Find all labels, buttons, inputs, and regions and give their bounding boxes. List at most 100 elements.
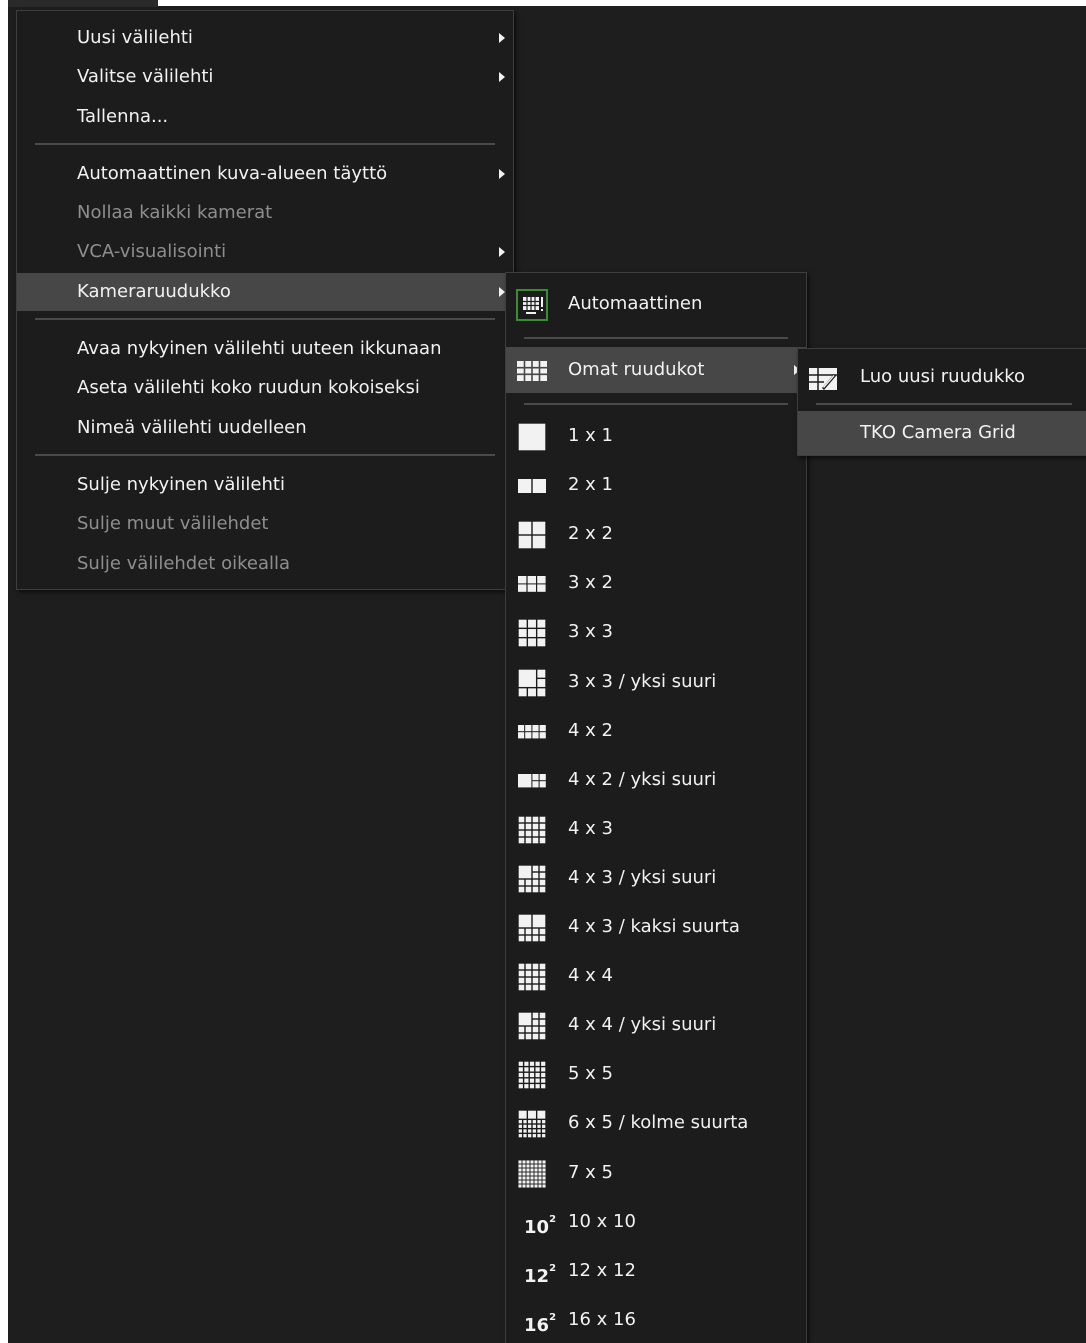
menu-item-close-tab[interactable]: Sulje nykyinen välilehti [17, 466, 513, 504]
layout-10x10-icon: 102 [516, 1207, 556, 1239]
grid-item-layout-4x3-one-large[interactable]: 4 x 3 / yksi suuri [506, 855, 806, 901]
badge-exponent: 2 [549, 1214, 557, 1225]
grid-item-layout-5x5[interactable]: 5 x 5 [506, 1051, 806, 1097]
grid-item-label: 10 x 10 [568, 1211, 636, 1232]
custom-item-new-grid[interactable]: Luo uusi ruudukko [798, 355, 1086, 399]
layout-3x3-one-large-icon [516, 667, 548, 699]
layout-2x1-icon [516, 470, 548, 502]
grid-item-layout-6x5-three-large[interactable]: 6 x 5 / kolme suurta [506, 1100, 806, 1146]
grid-item-label: 2 x 2 [568, 523, 613, 544]
grid-item-layout-4x2[interactable]: 4 x 2 [506, 708, 806, 754]
badge-exponent: 2 [549, 1312, 557, 1323]
custom-grids-submenu: Luo uusi ruudukko TKO Camera Grid [797, 348, 1086, 456]
submenu-arrow-icon [499, 247, 505, 257]
grid-item-layout-3x2[interactable]: 3 x 2 [506, 560, 806, 606]
grid-item-layout-4x4[interactable]: 4 x 4 [506, 953, 806, 999]
grid-item-layout-16x16[interactable]: 162 16 x 16 [506, 1297, 806, 1343]
menu-item-select-tab[interactable]: Valitse välilehti [17, 58, 513, 96]
grid-size-badge: 122 [524, 1262, 556, 1292]
grid-size-badge: 162 [524, 1311, 556, 1341]
layout-6x5-three-large-icon [516, 1108, 548, 1140]
grid-item-label: 4 x 2 [568, 720, 613, 741]
grid-item-label: 4 x 2 / yksi suuri [568, 769, 717, 790]
layout-4x3-two-large-icon [516, 912, 548, 944]
menu-item-close-tabs-right: Sulje välilehdet oikealla [77, 553, 291, 574]
grid-item-layout-3x3-one-large[interactable]: 3 x 3 / yksi suuri [506, 659, 806, 705]
menu-item-close-other-tabs: Sulje muut välilehdet [77, 513, 269, 534]
custom-item-tko-camera-grid[interactable]: TKO Camera Grid [798, 411, 1086, 455]
grid-item-label: 4 x 4 / yksi suuri [568, 1014, 717, 1035]
layout-16x16-icon: 162 [516, 1305, 556, 1337]
grid-item-label: 4 x 3 [568, 818, 613, 839]
badge-base: 12 [524, 1266, 550, 1287]
submenu-arrow-icon [499, 72, 505, 82]
menu-item-reset-cameras: Nollaa kaikki kamerat [77, 202, 273, 223]
custom-item-label: TKO Camera Grid [860, 422, 1016, 443]
layout-3x2-icon [516, 568, 548, 600]
layout-4x2-one-large-icon [516, 765, 548, 797]
grid-item-label: 4 x 4 [568, 965, 613, 986]
layout-4x4-one-large-icon [516, 1010, 548, 1042]
grid-item-label: 3 x 3 / yksi suuri [568, 671, 717, 692]
grid-item-layout-2x1[interactable]: 2 x 1 [506, 462, 806, 508]
grid-item-layout-4x3[interactable]: 4 x 3 [506, 806, 806, 852]
tab-context-menu: Uusi välilehti Valitse välilehti Tallenn… [16, 10, 514, 590]
grid-item-label: 4 x 3 / kaksi suurta [568, 916, 740, 937]
grid-item-layout-4x3-two-large[interactable]: 4 x 3 / kaksi suurta [506, 904, 806, 950]
grid-item-label: 16 x 16 [568, 1309, 636, 1330]
menu-item-camera-grid[interactable]: Kameraruudukko [17, 273, 513, 311]
grid-item-label: 3 x 2 [568, 572, 613, 593]
layout-2x2-icon [516, 519, 548, 551]
grid-item-layout-7x5[interactable]: 7 x 5 [506, 1150, 806, 1196]
grid-item-label: 12 x 12 [568, 1260, 636, 1281]
grid-item-layout-2x2[interactable]: 2 x 2 [506, 511, 806, 557]
grid-item-label: 2 x 1 [568, 474, 613, 495]
badge-exponent: 2 [549, 1263, 557, 1274]
badge-base: 16 [524, 1315, 550, 1336]
layout-4x3-one-large-icon [516, 863, 548, 895]
menu-separator [35, 143, 495, 145]
menu-separator [35, 318, 495, 320]
grid-size-badge: 102 [524, 1213, 556, 1243]
grid-item-layout-4x2-one-large[interactable]: 4 x 2 / yksi suuri [506, 757, 806, 803]
menu-separator [524, 337, 788, 339]
grid-item-label: Automaattinen [568, 293, 703, 314]
auto-grid-icon [516, 289, 548, 321]
new-grid-icon [808, 365, 838, 391]
menu-item-rename-tab[interactable]: Nimeä välilehti uudelleen [17, 409, 513, 447]
menu-separator [35, 454, 495, 456]
custom-grids-icon [516, 355, 548, 387]
grid-item-label: 5 x 5 [568, 1063, 613, 1084]
layout-12x12-icon: 122 [516, 1256, 556, 1288]
grid-item-label: 6 x 5 / kolme suurta [568, 1112, 749, 1133]
menu-item-open-in-new-window[interactable]: Avaa nykyinen välilehti uuteen ikkunaan [17, 330, 513, 368]
menu-item-vca-visualization: VCA-visualisointi [17, 233, 513, 271]
grid-item-label: 3 x 3 [568, 621, 613, 642]
layout-4x2-icon [516, 716, 548, 748]
grid-item-layout-12x12[interactable]: 122 12 x 12 [506, 1248, 806, 1294]
grid-item-label: 1 x 1 [568, 425, 613, 446]
grid-item-layout-10x10[interactable]: 102 10 x 10 [506, 1199, 806, 1245]
menu-item-new-tab[interactable]: Uusi välilehti [17, 19, 513, 57]
grid-item-automatic[interactable]: Automaattinen [506, 281, 806, 327]
menu-separator [524, 403, 788, 405]
layout-4x3-icon [516, 814, 548, 846]
grid-item-label: 7 x 5 [568, 1162, 613, 1183]
layout-4x4-icon [516, 961, 548, 993]
grid-item-label: Omat ruudukot [568, 359, 705, 380]
submenu-arrow-icon [499, 33, 505, 43]
grid-item-layout-1x1[interactable]: 1 x 1 [506, 413, 806, 459]
layout-5x5-icon [516, 1059, 548, 1091]
camera-grid-submenu: Automaattinen Omat ruudukot 1 x 1 2 x 1 2 … [505, 272, 807, 1343]
tab-strip-edge [8, 0, 158, 7]
custom-item-label: Luo uusi ruudukko [860, 366, 1026, 387]
grid-item-layout-4x4-one-large[interactable]: 4 x 4 / yksi suuri [506, 1002, 806, 1048]
menu-item-auto-fill[interactable]: Automaattinen kuva-alueen täyttö [17, 155, 513, 193]
menu-item-save[interactable]: Tallenna... [17, 98, 513, 136]
menu-item-fullscreen-tab[interactable]: Aseta välilehti koko ruudun kokoiseksi [17, 369, 513, 407]
grid-item-layout-3x3[interactable]: 3 x 3 [506, 609, 806, 655]
grid-item-label: 4 x 3 / yksi suuri [568, 867, 717, 888]
badge-base: 10 [524, 1217, 550, 1238]
layout-7x5-icon [516, 1158, 548, 1190]
grid-item-custom-grids[interactable]: Omat ruudukot [506, 347, 806, 393]
